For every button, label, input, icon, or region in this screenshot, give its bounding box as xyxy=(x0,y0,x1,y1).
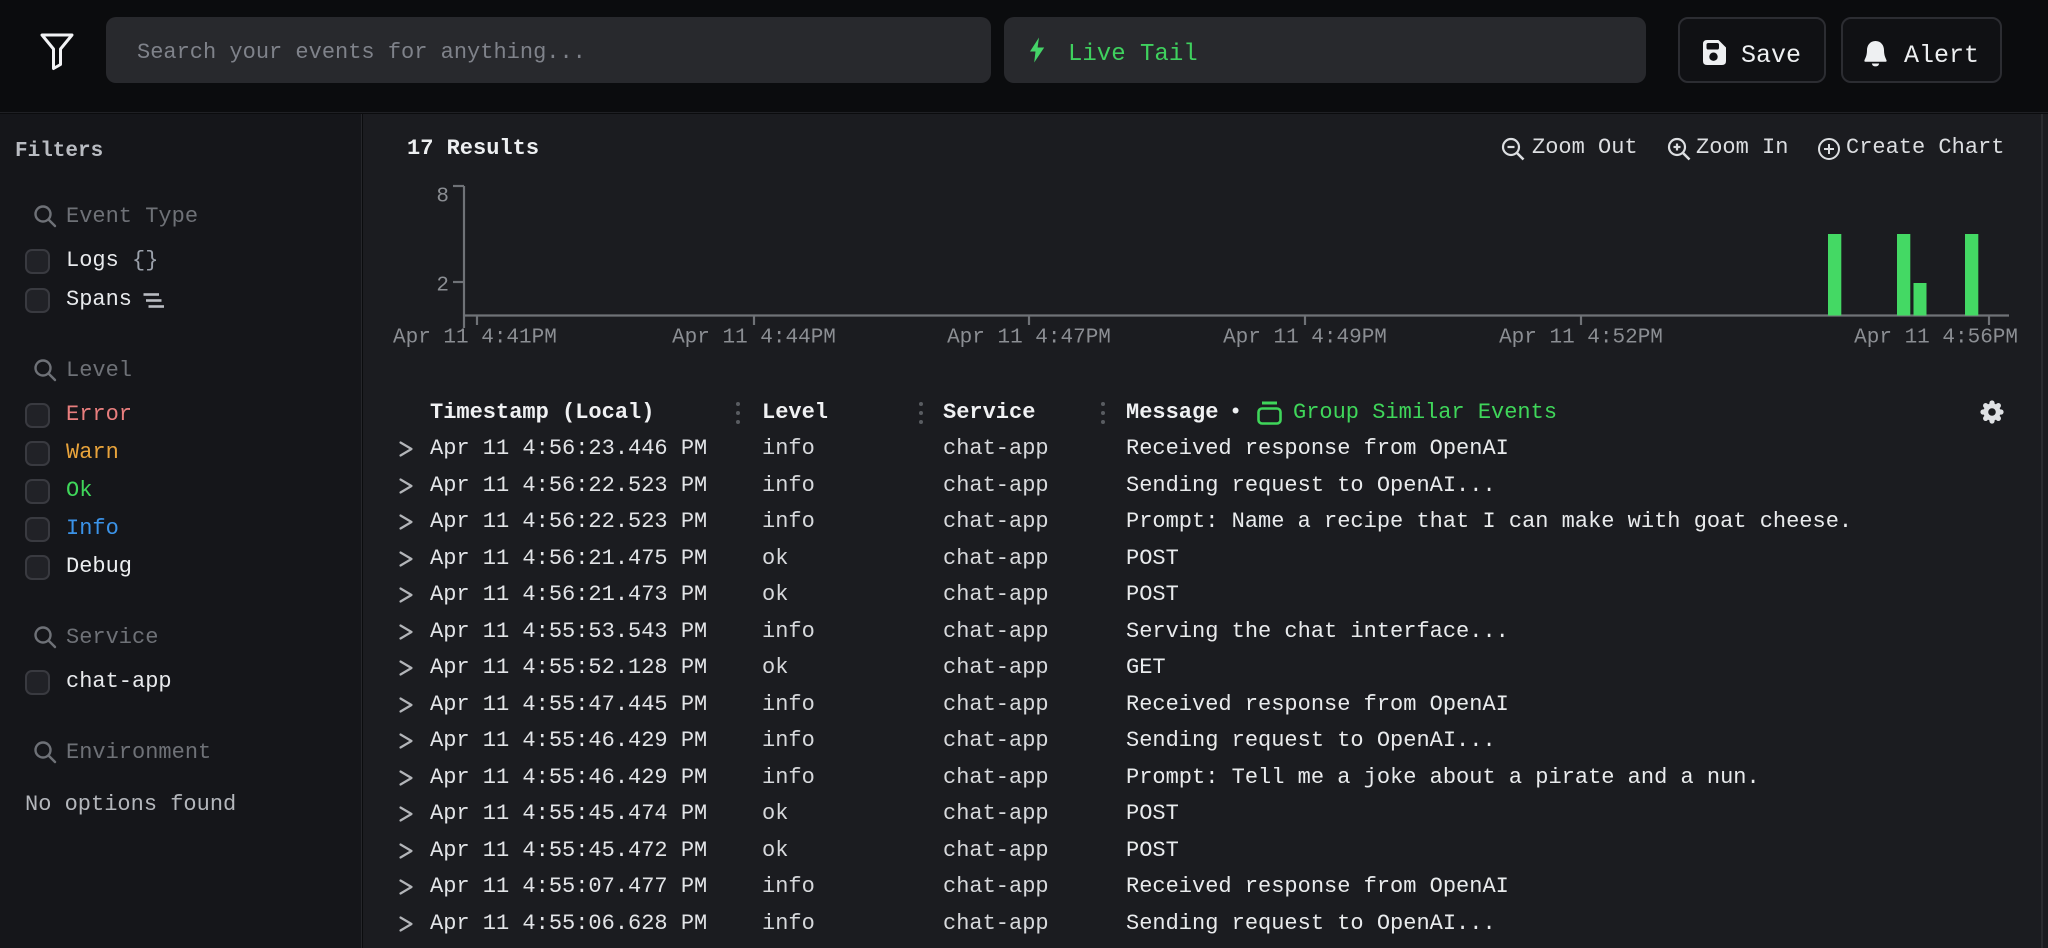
svg-text:Apr 11 4:56PM: Apr 11 4:56PM xyxy=(1854,327,2018,350)
svg-text:2: 2 xyxy=(436,275,449,298)
svg-text:Apr 11 4:44PM: Apr 11 4:44PM xyxy=(672,327,836,350)
svg-text:8: 8 xyxy=(436,186,449,209)
svg-text:Apr 11 4:49PM: Apr 11 4:49PM xyxy=(1223,327,1387,350)
svg-text:Apr 11 4:41PM: Apr 11 4:41PM xyxy=(393,327,557,350)
svg-text:Apr 11 4:47PM: Apr 11 4:47PM xyxy=(947,327,1111,350)
svg-text:Apr 11 4:52PM: Apr 11 4:52PM xyxy=(1499,327,1663,350)
